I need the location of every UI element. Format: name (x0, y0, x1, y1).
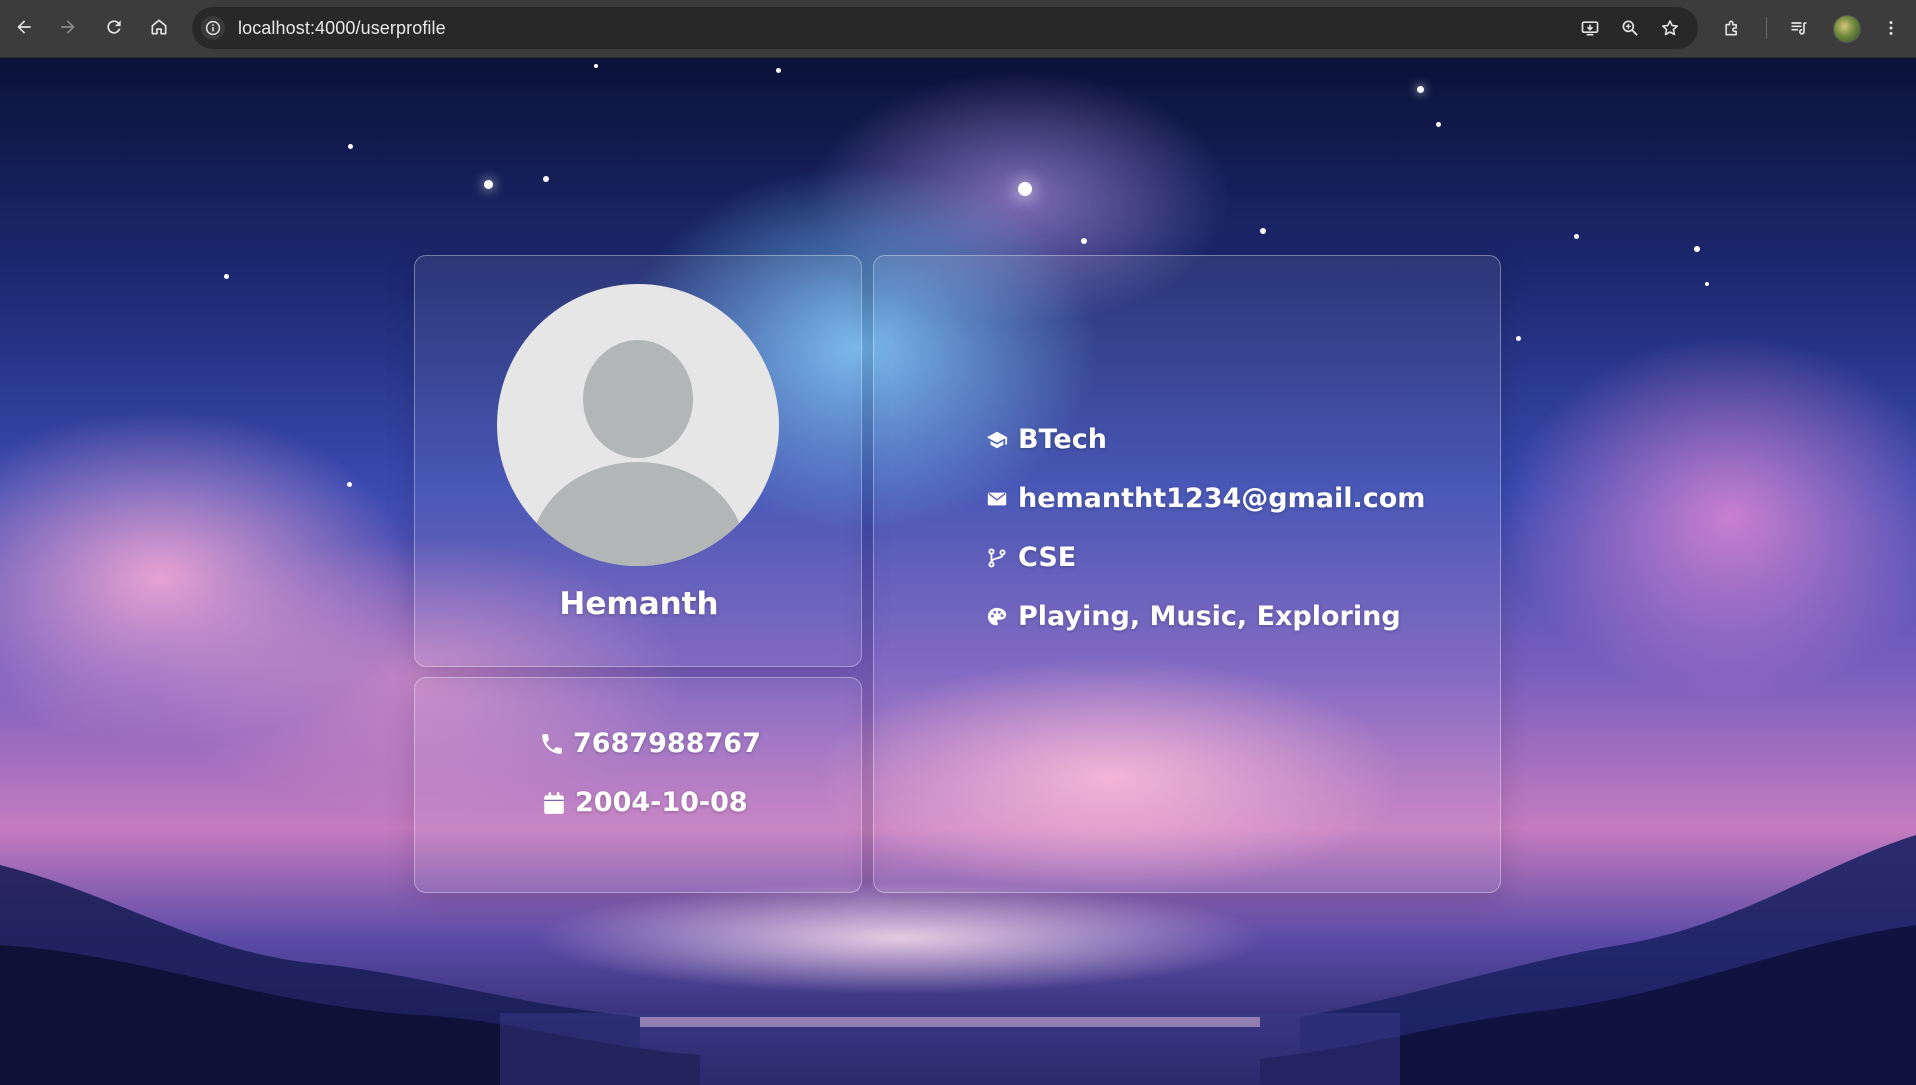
forward-button[interactable] (52, 11, 84, 43)
home-button[interactable] (143, 11, 175, 43)
media-controls-icon (1791, 22, 1807, 35)
browser-menu-button[interactable] (1876, 13, 1906, 43)
site-info-button[interactable] (201, 16, 225, 40)
star-decoration (1705, 282, 1709, 286)
code-branch-icon (984, 545, 1010, 571)
contact-card: 7687988767 2004-10-08 (414, 677, 862, 893)
star-decoration (1260, 228, 1266, 234)
email-value: hemantht1234@gmail.com (1018, 483, 1426, 514)
bookmark-button[interactable] (1656, 14, 1684, 42)
hobbies-value: Playing, Music, Exploring (1018, 601, 1401, 632)
phone-row: 7687988767 (537, 728, 761, 759)
info-icon (205, 20, 221, 36)
toolbar-divider (1766, 17, 1767, 39)
arrow-left-icon (17, 20, 31, 34)
star-decoration (1018, 182, 1032, 196)
degree-row: BTech (984, 424, 1107, 455)
star-decoration (543, 176, 549, 182)
reload-button[interactable] (98, 11, 130, 43)
graduation-cap-icon (984, 427, 1010, 453)
star-decoration (348, 144, 353, 149)
star-decoration (1417, 86, 1424, 93)
install-app-icon (1581, 21, 1599, 36)
profile-card: Hemanth (414, 255, 862, 667)
star-decoration (594, 64, 598, 68)
user-name: Hemanth (559, 586, 719, 622)
star-decoration (1574, 234, 1579, 239)
palette-icon (984, 604, 1010, 630)
star-decoration (1436, 122, 1441, 127)
star-decoration (347, 482, 352, 487)
url-text[interactable]: localhost:4000/userprofile (238, 18, 446, 39)
extensions-button[interactable] (1717, 13, 1747, 43)
star-decoration (484, 180, 493, 189)
dob-value: 2004-10-08 (575, 787, 748, 818)
calendar-icon (539, 788, 569, 818)
star-icon (1661, 20, 1679, 36)
star-decoration (1516, 336, 1521, 341)
phone-icon (537, 729, 567, 759)
envelope-icon (984, 486, 1010, 512)
browser-toolbar: localhost:4000/userprofile (0, 0, 1916, 58)
home-icon (151, 19, 167, 35)
puzzle-icon (1725, 20, 1737, 36)
reload-icon (107, 20, 121, 34)
zoom-icon (1622, 20, 1638, 36)
kebab-menu-icon (1889, 21, 1893, 35)
avatar-body (531, 462, 745, 566)
degree-value: BTech (1018, 424, 1107, 455)
hobbies-row: Playing, Music, Exploring (984, 601, 1401, 632)
page-background: Hemanth 7687988767 2004-10-08 BTech hema… (0, 58, 1916, 1085)
profile-avatar[interactable] (1833, 15, 1861, 43)
phone-value: 7687988767 (573, 728, 761, 759)
address-bar[interactable]: localhost:4000/userprofile (192, 7, 1698, 49)
branch-value: CSE (1018, 542, 1077, 573)
star-decoration (224, 274, 229, 279)
star-decoration (1081, 238, 1087, 244)
arrow-right-icon (61, 20, 75, 34)
install-app-button[interactable] (1576, 14, 1604, 42)
user-avatar (497, 284, 779, 566)
media-controls-button[interactable] (1784, 13, 1814, 43)
avatar-head (583, 340, 693, 458)
details-card: BTech hemantht1234@gmail.com CSE Playing… (873, 255, 1501, 893)
back-button[interactable] (8, 11, 40, 43)
dob-row: 2004-10-08 (539, 787, 748, 818)
branch-row: CSE (984, 542, 1076, 573)
zoom-button[interactable] (1616, 14, 1644, 42)
email-row: hemantht1234@gmail.com (984, 483, 1425, 514)
star-decoration (776, 68, 781, 73)
star-decoration (1694, 246, 1700, 252)
